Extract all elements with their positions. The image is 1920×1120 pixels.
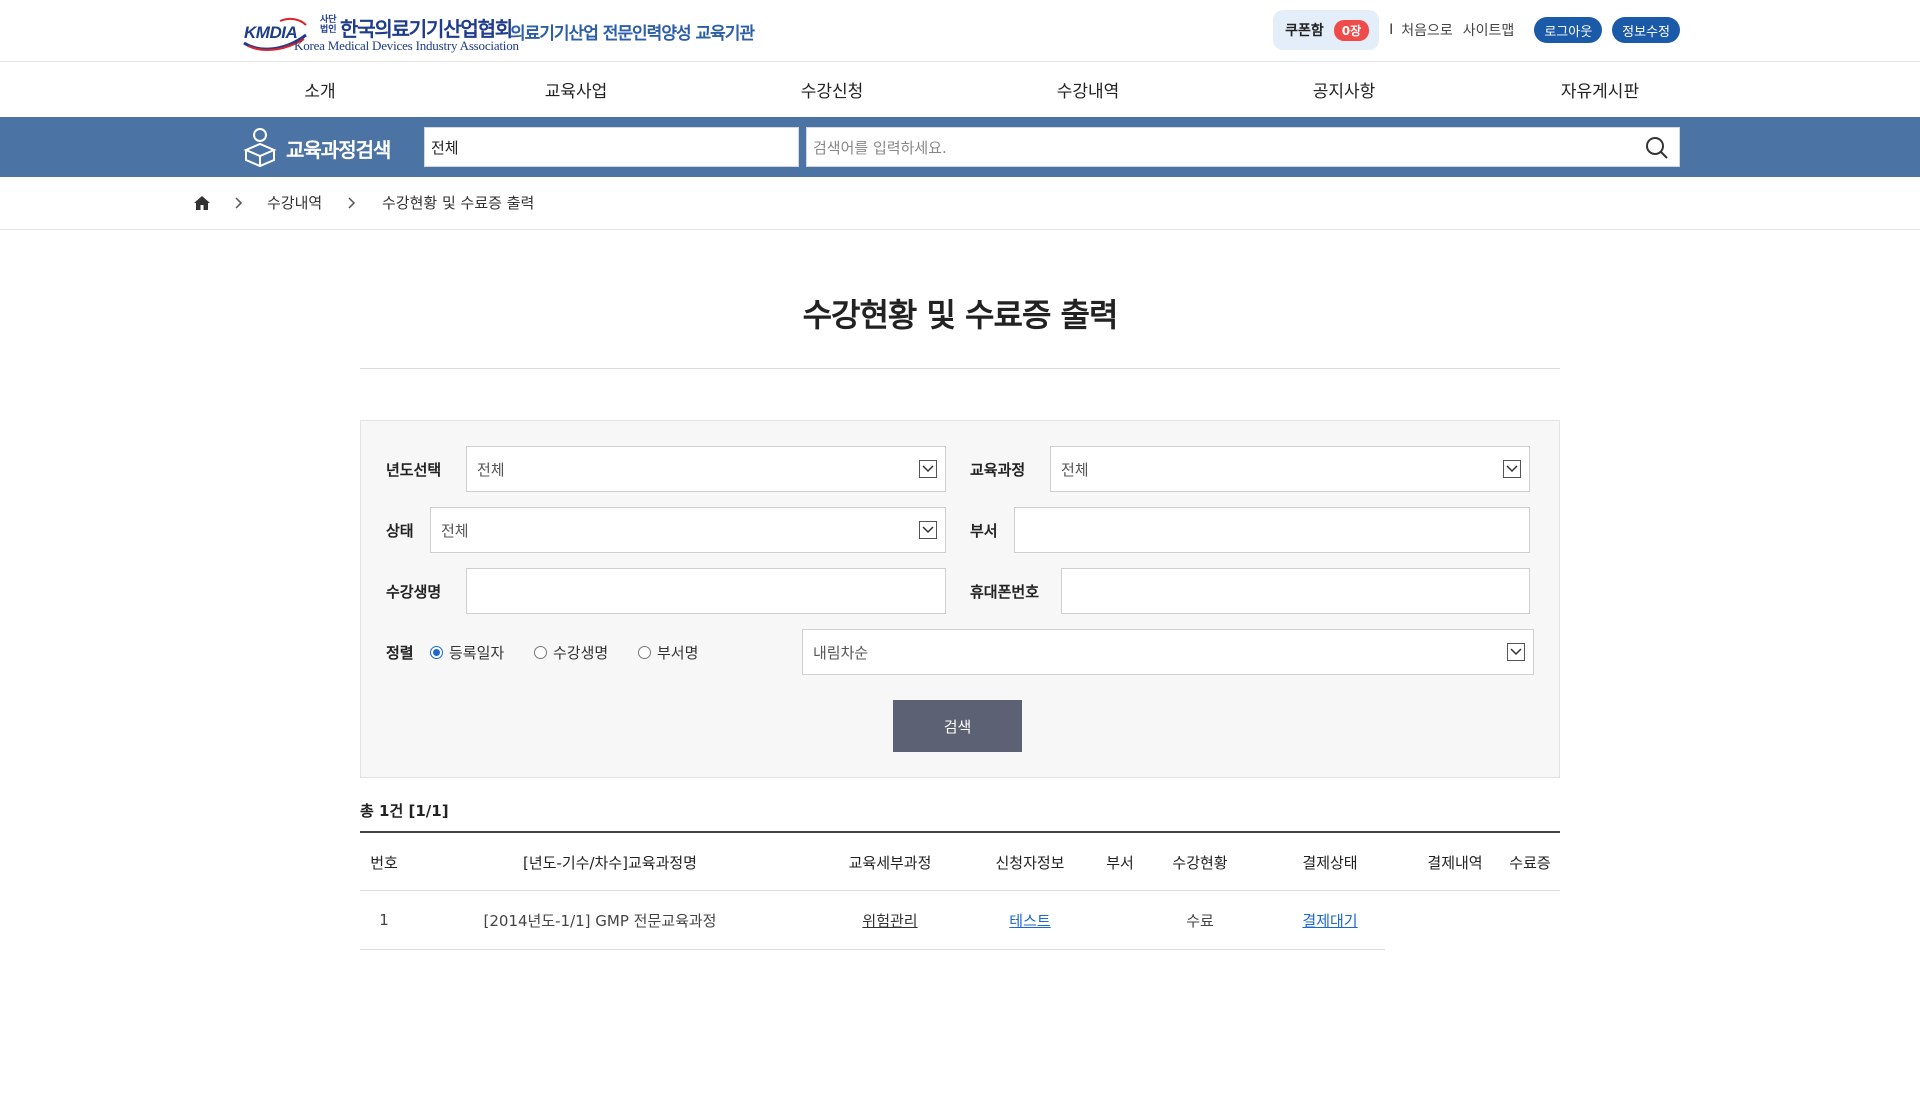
search-category-value: 전체 — [431, 138, 459, 157]
chevron-down-icon — [1503, 460, 1521, 478]
row-course-detail-link[interactable]: 위험관리 — [820, 891, 960, 949]
page-title: 수강현황 및 수료증 출력 — [802, 296, 1119, 334]
row-course-name: [2014년도-1/1] GMP 전문교육과정 — [483, 911, 717, 930]
sort-option-department: 부서명 — [657, 644, 699, 662]
chevron-down-icon — [919, 460, 937, 478]
course-search-title: 교육과정검색 — [286, 138, 391, 162]
row-payment-status-link[interactable]: 결제대기 — [1260, 891, 1400, 949]
table-header: 번호 [년도-기수/차수]교육과정명 교육세부과정 신청자정보 부서 수강현황 … — [360, 831, 1560, 891]
table-row: 1 [2014년도-1/1] GMP 전문교육과정 위험관리 테스트 수료 결제… — [360, 891, 1385, 950]
util-separator: I — [1389, 22, 1394, 38]
column-header: 결제내역 — [1427, 853, 1483, 872]
row-number: 1 — [379, 911, 389, 929]
column-header: 수료증 — [1509, 853, 1551, 872]
radio-unchecked-icon — [638, 646, 651, 659]
column-header: 부서 — [1106, 853, 1134, 872]
main-navigation: 소개 교육사업 수강신청 수강내역 공지사항 자유게시판 — [0, 62, 1920, 117]
search-category-select[interactable]: 전체 — [424, 127, 799, 167]
course-box-icon — [243, 128, 277, 168]
top-header: KMDIA 사단 법인 한국의료기기산업협회 Korea Medical Dev… — [0, 0, 1920, 62]
sort-radio-department[interactable]: 부서명 — [638, 642, 698, 663]
course-search-band: 교육과정검색 전체 검색어를 입력하세요. — [0, 117, 1920, 177]
sort-radio-student[interactable]: 수강생명 — [534, 642, 608, 663]
status-label: 상태 — [386, 522, 414, 540]
year-label: 년도선택 — [386, 461, 442, 479]
chevron-right-icon — [235, 197, 243, 209]
student-label: 수강생명 — [386, 583, 442, 601]
sort-order-value: 내림차순 — [813, 643, 869, 662]
course-label: 교육과정 — [970, 461, 1026, 479]
chevron-down-icon — [1507, 643, 1525, 661]
column-header: 수강현황 — [1172, 853, 1228, 872]
phone-label: 휴대폰번호 — [970, 583, 1040, 601]
gnb-item-apply[interactable]: 수강신청 — [742, 62, 922, 117]
filter-panel: 년도선택 전체 교육과정 전체 상태 전체 부서 수강생명 휴대폰번호 정렬 등… — [360, 420, 1560, 778]
coupon-label: 쿠폰함 — [1285, 23, 1324, 39]
row-applicant-link[interactable]: 테스트 — [970, 891, 1090, 949]
logo-corp-type: 사단 법인 — [320, 15, 337, 35]
gnb-item-board[interactable]: 자유게시판 — [1510, 62, 1690, 117]
search-icon[interactable] — [1645, 136, 1669, 160]
logout-button[interactable]: 로그아웃 — [1534, 17, 1603, 43]
breadcrumb: 수강내역 수강현황 및 수료증 출력 — [0, 177, 1920, 230]
home-icon[interactable] — [193, 194, 211, 212]
radio-checked-icon — [430, 646, 443, 659]
search-input[interactable]: 검색어를 입력하세요. — [806, 127, 1680, 167]
sort-option-date: 등록일자 — [449, 644, 505, 662]
status-select-value: 전체 — [441, 521, 469, 540]
sort-order-select[interactable]: 내림차순 — [802, 629, 1534, 675]
sort-option-student: 수강생명 — [553, 644, 609, 662]
sort-label: 정렬 — [386, 644, 414, 662]
course-select-value: 전체 — [1061, 460, 1089, 479]
department-input[interactable] — [1014, 507, 1530, 553]
logo-subtitle: 의료기기산업 전문인력양성 교육기관 — [510, 24, 755, 44]
row-department — [1090, 891, 1150, 949]
sort-radio-date[interactable]: 등록일자 — [430, 642, 504, 663]
sitemap-link[interactable]: 사이트맵 — [1463, 20, 1515, 40]
student-name-input[interactable] — [466, 568, 946, 614]
chevron-down-icon — [919, 521, 937, 539]
breadcrumb-item-history[interactable]: 수강내역 — [267, 192, 322, 213]
row-progress: 수료 — [1186, 911, 1214, 930]
title-divider — [360, 368, 1560, 369]
site-logo[interactable]: KMDIA 사단 법인 한국의료기기산업협회 Korea Medical Dev… — [240, 11, 780, 55]
column-header: 번호 — [370, 853, 398, 872]
gnb-item-history[interactable]: 수강내역 — [998, 62, 1178, 117]
column-header: [년도-기수/차수]교육과정명 — [523, 853, 697, 872]
year-select-value: 전체 — [477, 460, 505, 479]
breadcrumb-item-current[interactable]: 수강현황 및 수료증 출력 — [382, 192, 534, 213]
edit-info-button[interactable]: 정보수정 — [1612, 17, 1680, 43]
department-label: 부서 — [970, 522, 998, 540]
column-header: 신청자정보 — [995, 853, 1065, 872]
chevron-right-icon — [348, 197, 356, 209]
coupon-box[interactable]: 쿠폰함 0장 — [1273, 10, 1380, 50]
gnb-item-intro[interactable]: 소개 — [230, 62, 410, 117]
column-header: 결제상태 — [1302, 853, 1358, 872]
phone-input[interactable] — [1061, 568, 1530, 614]
utility-menu: 쿠폰함 0장 I 처음으로 사이트맵 로그아웃 정보수정 — [1273, 10, 1680, 50]
course-select[interactable]: 전체 — [1050, 446, 1530, 492]
status-select[interactable]: 전체 — [430, 507, 946, 553]
year-select[interactable]: 전체 — [466, 446, 946, 492]
radio-unchecked-icon — [534, 646, 547, 659]
filter-search-button[interactable]: 검색 — [893, 700, 1022, 752]
home-link[interactable]: 처음으로 — [1401, 20, 1453, 40]
result-total: 총 1건 [1/1] — [360, 802, 449, 820]
coupon-count-badge: 0장 — [1333, 19, 1370, 41]
logo-english-name: Korea Medical Devices Industry Associati… — [294, 38, 519, 53]
search-placeholder: 검색어를 입력하세요. — [813, 138, 947, 157]
gnb-item-notice[interactable]: 공지사항 — [1254, 62, 1434, 117]
gnb-item-education[interactable]: 교육사업 — [486, 62, 666, 117]
column-header: 교육세부과정 — [848, 853, 932, 872]
